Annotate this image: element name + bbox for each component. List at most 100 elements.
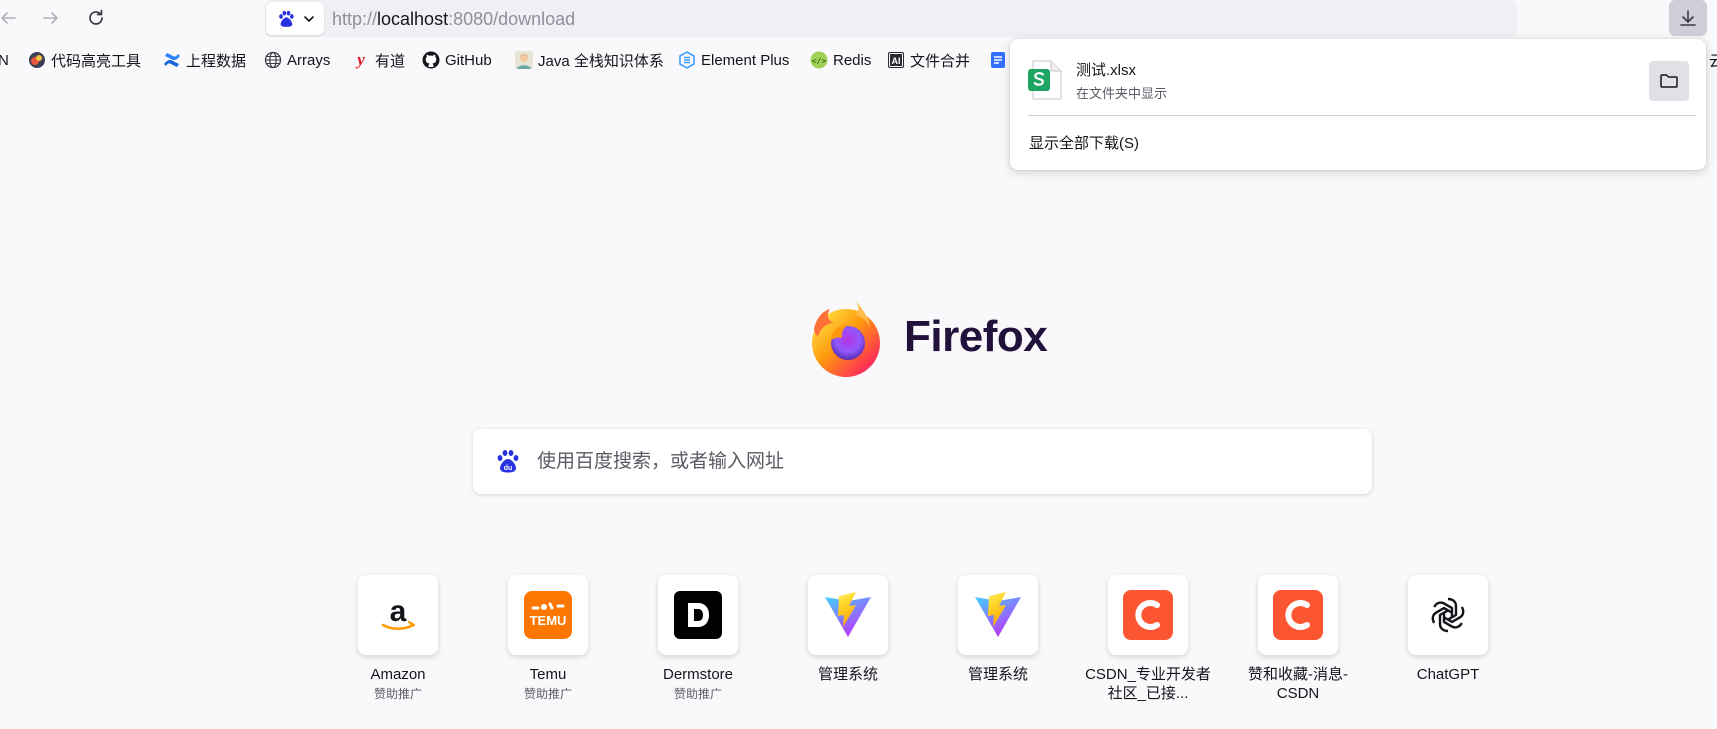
tile-title: CSDN_专业开发者社区_已接...	[1085, 666, 1211, 702]
downloads-button[interactable]	[1669, 0, 1707, 36]
globe-icon	[264, 51, 282, 69]
top-site-csdn-messages[interactable]: 赞和收藏-消息-CSDN	[1228, 575, 1368, 715]
back-button[interactable]	[0, 4, 22, 32]
tile-title: 管理系统	[967, 666, 1028, 683]
chevron-down-icon	[303, 15, 314, 22]
tile-icon-box	[658, 575, 738, 655]
downloads-panel: 测试.xlsx 在文件夹中显示 显示全部下载(S)	[1010, 39, 1706, 170]
firefox-logo-icon	[806, 299, 886, 379]
download-icon	[1680, 10, 1696, 26]
tile-title: Dermstore	[662, 666, 733, 683]
search-input[interactable]	[537, 429, 1337, 494]
url-protocol: http://	[332, 9, 378, 29]
dermstore-icon	[674, 591, 722, 639]
tile-icon-box	[1108, 575, 1188, 655]
bookmark-label: Arrays	[287, 51, 331, 69]
chatgpt-icon	[1431, 597, 1465, 633]
tile-title: Amazon	[370, 666, 426, 683]
forward-arrow-icon	[43, 12, 58, 24]
show-in-folder-button[interactable]	[1649, 61, 1689, 101]
bookmark-label: Element Plus	[701, 51, 790, 69]
bookmark-document[interactable]	[989, 48, 1007, 72]
bookmark-csdn[interactable]: N	[0, 48, 9, 72]
panel-separator	[1028, 115, 1696, 116]
ai-icon: AI	[887, 51, 905, 69]
java-avatar-icon	[515, 51, 533, 69]
tile-icon-box: a	[358, 575, 438, 655]
bookmark-cloud[interactable]: 云	[1709, 48, 1717, 72]
vite-icon	[825, 592, 871, 637]
bookmark-label: 云	[1709, 52, 1717, 70]
bookmark-element-plus[interactable]: Element Plus	[678, 48, 789, 72]
download-file-name[interactable]: 测试.xlsx	[1076, 59, 1136, 80]
search-box[interactable]: du	[473, 429, 1372, 494]
navigation-toolbar: http://localhost:8080/download	[0, 0, 1717, 37]
bookmark-label: 代码高亮工具	[51, 52, 142, 70]
folder-icon	[1660, 74, 1678, 88]
top-site-amazon[interactable]: a Amazon 赞助推广	[328, 575, 468, 715]
top-site-admin-system-2[interactable]: 管理系统	[928, 575, 1068, 715]
bookmark-label: Redis	[833, 51, 872, 69]
confluence-icon	[163, 51, 181, 69]
codehighlight-icon	[28, 51, 46, 69]
bookmark-github[interactable]: GitHub	[422, 48, 492, 72]
tile-icon-box	[958, 575, 1038, 655]
bookmark-code-highlight[interactable]: 代码高亮工具	[28, 48, 141, 72]
tile-sponsored-label: 赞助推广	[373, 687, 422, 701]
baidu-paw-icon	[278, 10, 294, 27]
bookmark-java-knowledge[interactable]: Java 全栈知识体系	[515, 48, 664, 72]
svg-text:du: du	[504, 465, 513, 472]
tile-icon-box: TEMU	[508, 575, 588, 655]
baidu-search-icon: du	[495, 449, 521, 475]
tile-icon-box	[1408, 575, 1488, 655]
bookmark-file-merge[interactable]: AI 文件合并	[887, 48, 970, 72]
top-site-csdn[interactable]: CSDN_专业开发者社区_已接...	[1078, 575, 1218, 715]
url-host: localhost	[377, 9, 449, 29]
tile-title: 管理系统	[817, 666, 878, 683]
firefox-wordmark: Firefox	[904, 312, 1048, 361]
svg-text:AI: AI	[892, 56, 901, 66]
tile-title: 赞和收藏-消息-CSDN	[1248, 666, 1348, 702]
tile-icon-box	[1258, 575, 1338, 655]
redis-icon: </>	[810, 51, 828, 69]
bookmark-label: 文件合并	[910, 52, 971, 70]
bookmark-arrays[interactable]: Arrays	[264, 48, 330, 72]
svg-text:a: a	[390, 595, 407, 628]
doc-icon	[989, 51, 1007, 69]
svg-text:</>: </>	[812, 57, 827, 66]
search-engine-selector[interactable]	[266, 2, 324, 35]
github-icon	[422, 51, 440, 69]
url-text[interactable]: http://localhost:8080/download	[332, 9, 575, 30]
temu-icon: TEMU	[524, 591, 572, 639]
tile-sponsored-label: 赞助推广	[523, 687, 572, 701]
bookmark-shangcheng-data[interactable]: 上程数据	[163, 48, 246, 72]
back-arrow-icon	[1, 12, 16, 24]
tile-icon-box	[808, 575, 888, 655]
csdn-icon	[1123, 590, 1173, 640]
top-site-dermstore[interactable]: Dermstore 赞助推广	[628, 575, 768, 715]
download-status: 在文件夹中显示	[1076, 86, 1168, 101]
vite-icon	[975, 592, 1021, 637]
bookmark-label: N	[0, 51, 9, 69]
top-site-admin-system-1[interactable]: 管理系统	[778, 575, 918, 715]
element-plus-icon	[678, 51, 696, 69]
show-all-downloads-button[interactable]: 显示全部下载(S)	[1029, 132, 1139, 153]
bookmark-label: Java 全栈知识体系	[538, 52, 664, 70]
top-site-chatgpt[interactable]: ChatGPT	[1378, 575, 1518, 715]
bookmark-redis[interactable]: </> Redis	[810, 48, 871, 72]
amazon-icon: a	[381, 595, 416, 631]
tile-sponsored-label: 赞助推广	[673, 687, 722, 701]
bookmark-youdao[interactable]: y 有道	[352, 48, 405, 72]
forward-button[interactable]	[37, 4, 65, 32]
bookmark-label: GitHub	[445, 51, 492, 69]
url-path: :8080/download	[448, 9, 576, 29]
bookmark-label: 上程数据	[186, 52, 247, 70]
tile-title: Temu	[529, 666, 567, 683]
svg-text:TEMU: TEMU	[530, 613, 567, 628]
xlsx-file-icon	[1028, 60, 1064, 100]
tile-title: ChatGPT	[1416, 666, 1480, 683]
csdn-icon	[1273, 590, 1323, 640]
reload-button[interactable]	[82, 4, 110, 32]
bookmark-label: 有道	[375, 52, 406, 70]
top-site-temu[interactable]: TEMU Temu 赞助推广	[478, 575, 618, 715]
